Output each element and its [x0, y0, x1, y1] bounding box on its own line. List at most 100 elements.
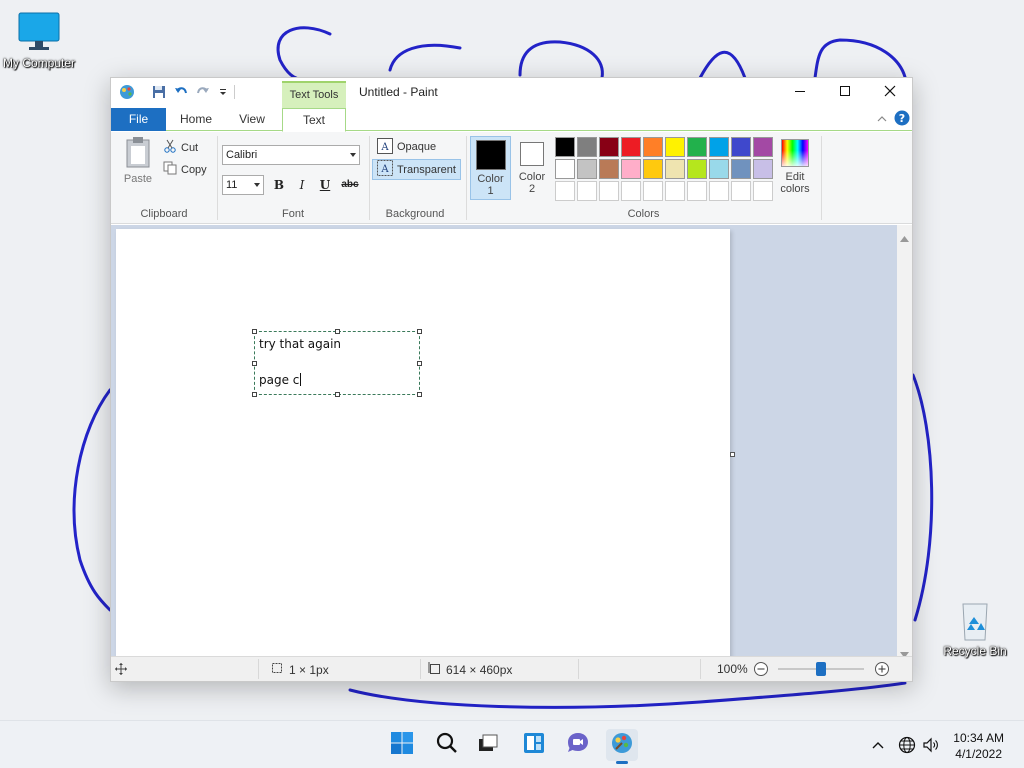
custom-color-slot[interactable] — [665, 181, 685, 201]
color-swatch[interactable] — [577, 137, 597, 157]
zoom-out-icon[interactable] — [753, 661, 769, 680]
custom-color-slot[interactable] — [555, 181, 575, 201]
redo-icon[interactable] — [195, 84, 211, 100]
color-swatch[interactable] — [643, 137, 663, 157]
vertical-scrollbar[interactable] — [897, 225, 912, 658]
custom-color-slot[interactable] — [731, 181, 751, 201]
canvas-area[interactable]: try that again page c — [111, 225, 897, 656]
resize-handle[interactable] — [417, 361, 422, 366]
minimize-button[interactable] — [777, 78, 823, 108]
chevron-down-icon[interactable] — [254, 183, 260, 187]
color-swatch[interactable] — [643, 159, 663, 179]
opaque-label: Opaque — [397, 141, 437, 153]
paint-app-icon[interactable] — [119, 84, 135, 100]
font-family-combo[interactable]: Calibri — [222, 145, 360, 165]
resize-handle[interactable] — [252, 361, 257, 366]
resize-handle[interactable] — [417, 392, 422, 397]
custom-color-slot[interactable] — [643, 181, 663, 201]
color-swatch[interactable] — [555, 137, 575, 157]
volume-icon[interactable] — [922, 736, 940, 759]
color-swatch[interactable] — [731, 159, 751, 179]
color-swatch[interactable] — [687, 137, 707, 157]
cut-button[interactable]: Cut — [163, 139, 198, 156]
color1-button[interactable]: Color 1 — [470, 136, 511, 200]
paint-taskbar-button[interactable] — [606, 729, 638, 764]
custom-color-slot[interactable] — [577, 181, 597, 201]
transparent-button[interactable]: A Transparent — [372, 159, 461, 180]
close-button[interactable] — [867, 78, 912, 108]
zoom-slider-thumb[interactable] — [816, 662, 826, 676]
help-icon[interactable]: ? — [894, 110, 910, 131]
desktop-icon-recycle-bin[interactable]: Recycle Bin — [933, 598, 1017, 658]
custom-color-slot[interactable] — [687, 181, 707, 201]
italic-button[interactable]: I — [292, 175, 312, 195]
window-title: Untitled - Paint — [359, 85, 438, 99]
color-swatch[interactable] — [753, 159, 773, 179]
canvas[interactable]: try that again page c — [116, 229, 730, 656]
maximize-button[interactable] — [822, 78, 868, 108]
tab-text[interactable]: Text — [282, 108, 346, 132]
custom-color-slot[interactable] — [709, 181, 729, 201]
text-line: try that again — [259, 337, 342, 351]
color2-button[interactable]: Color 2 — [513, 136, 551, 200]
collapse-ribbon-icon[interactable] — [876, 112, 888, 130]
paste-button[interactable]: Paste — [121, 136, 155, 190]
resize-handle[interactable] — [335, 329, 340, 334]
start-button[interactable] — [386, 729, 418, 761]
copy-button[interactable]: Copy — [163, 161, 207, 178]
chat-button[interactable] — [562, 729, 594, 761]
customize-qat-icon[interactable] — [215, 84, 231, 100]
resize-handle[interactable] — [252, 392, 257, 397]
search-button[interactable] — [431, 729, 463, 761]
task-view-button[interactable] — [472, 729, 504, 761]
bold-button[interactable]: B — [269, 175, 289, 195]
resize-handle[interactable] — [335, 392, 340, 397]
undo-icon[interactable] — [173, 84, 189, 100]
color-swatch[interactable] — [621, 137, 641, 157]
tab-home[interactable]: Home — [171, 108, 221, 131]
font-group-label: Font — [281, 208, 304, 220]
save-icon[interactable] — [151, 84, 167, 100]
edit-colors-button[interactable]: Edit colors — [777, 137, 813, 199]
color-swatch[interactable] — [731, 137, 751, 157]
title-bar[interactable]: Text Tools Untitled - Paint — [111, 78, 912, 108]
canvas-resize-handle[interactable] — [730, 452, 735, 457]
color-swatch[interactable] — [665, 159, 685, 179]
status-separator — [420, 659, 421, 679]
underline-button[interactable]: U — [315, 175, 335, 195]
custom-color-slot[interactable] — [599, 181, 619, 201]
color2-swatch — [520, 142, 544, 166]
color-swatch[interactable] — [709, 159, 729, 179]
custom-color-slot[interactable] — [621, 181, 641, 201]
edit-colors-label: Edit — [785, 171, 805, 183]
status-separator — [258, 659, 259, 679]
network-globe-icon[interactable] — [898, 736, 916, 759]
color-swatch[interactable] — [753, 137, 773, 157]
color-swatch[interactable] — [599, 137, 619, 157]
scroll-up-icon[interactable] — [900, 229, 909, 247]
opaque-button[interactable]: A Opaque — [373, 137, 440, 157]
zoom-in-icon[interactable] — [874, 661, 890, 680]
custom-color-slot[interactable] — [753, 181, 773, 201]
font-size-combo[interactable]: 11 — [222, 175, 264, 195]
color-swatch[interactable] — [687, 159, 707, 179]
resize-handle[interactable] — [417, 329, 422, 334]
color-swatch[interactable] — [621, 159, 641, 179]
color-swatch[interactable] — [665, 137, 685, 157]
resize-handle[interactable] — [252, 329, 257, 334]
chevron-up-icon[interactable] — [871, 738, 885, 757]
taskbar-clock[interactable]: 10:34 AM 4/1/2022 — [953, 730, 1004, 762]
tab-file[interactable]: File — [111, 108, 166, 131]
colors-group-label: Colors — [627, 208, 660, 220]
zoom-slider[interactable] — [778, 662, 864, 676]
tab-view[interactable]: View — [226, 108, 278, 131]
chevron-down-icon[interactable] — [350, 153, 356, 157]
color-swatch[interactable] — [555, 159, 575, 179]
color-swatch[interactable] — [709, 137, 729, 157]
color-swatch[interactable] — [599, 159, 619, 179]
strikethrough-button[interactable]: abc — [338, 175, 362, 195]
text-box[interactable]: try that again page c — [252, 329, 422, 397]
widgets-button[interactable] — [518, 729, 550, 761]
color-swatch[interactable] — [577, 159, 597, 179]
desktop-icon-my-computer[interactable]: My Computer — [0, 10, 81, 70]
